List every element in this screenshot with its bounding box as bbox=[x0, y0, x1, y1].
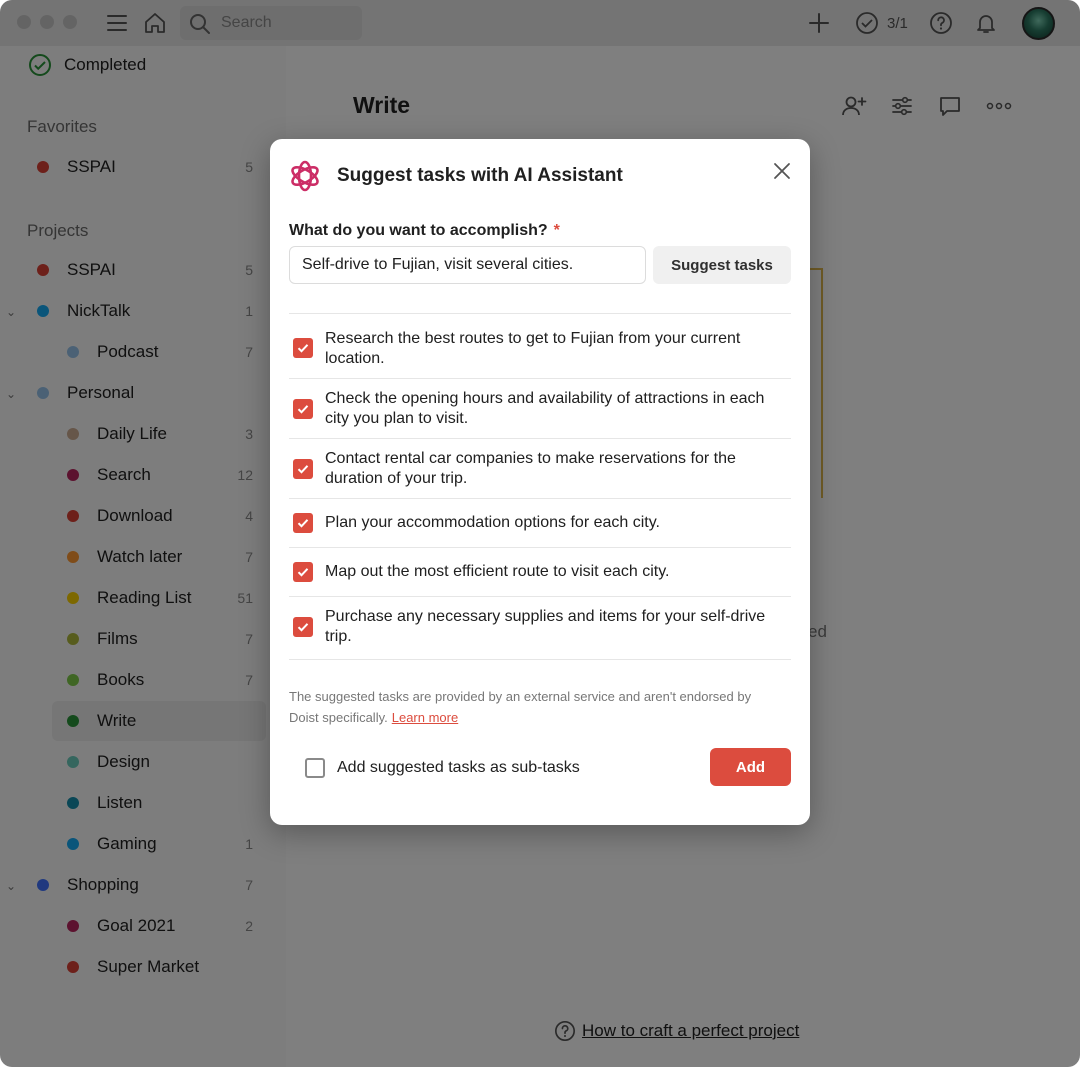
task-checkbox[interactable] bbox=[293, 399, 313, 419]
goal-question-label: What do you want to accomplish? * bbox=[289, 222, 560, 240]
task-checkbox[interactable] bbox=[293, 562, 313, 582]
goal-input[interactable] bbox=[289, 246, 646, 284]
task-text: Contact rental car companies to make res… bbox=[325, 450, 736, 487]
checkmark-icon bbox=[297, 568, 309, 577]
suggested-task-list: Research the best routes to get to Fujia… bbox=[289, 313, 791, 660]
disclaimer-body: The suggested tasks are provided by an e… bbox=[289, 689, 752, 725]
task-text: Purchase any necessary supplies and item… bbox=[325, 608, 766, 645]
close-icon bbox=[774, 163, 790, 179]
close-button[interactable] bbox=[769, 158, 795, 184]
task-checkbox[interactable] bbox=[293, 338, 313, 358]
required-mark: * bbox=[553, 222, 560, 239]
task-checkbox[interactable] bbox=[293, 617, 313, 637]
checkmark-icon bbox=[297, 405, 309, 414]
suggested-task[interactable]: Check the opening hours and availability… bbox=[289, 379, 791, 439]
checkmark-icon bbox=[297, 465, 309, 474]
goal-question-text: What do you want to accomplish? bbox=[289, 222, 548, 239]
task-text: Plan your accommodation options for each… bbox=[325, 514, 660, 531]
suggested-task[interactable]: Purchase any necessary supplies and item… bbox=[289, 597, 791, 660]
subtasks-label: Add suggested tasks as sub-tasks bbox=[337, 759, 580, 776]
suggested-task[interactable]: Research the best routes to get to Fujia… bbox=[289, 314, 791, 379]
subtasks-option[interactable]: Add suggested tasks as sub-tasks bbox=[293, 758, 580, 778]
task-text: Map out the most efficient route to visi… bbox=[325, 563, 670, 580]
checkmark-icon bbox=[297, 519, 309, 528]
app-window: Search 3/1 Completed Favorites SSPAI 5 P… bbox=[0, 0, 1080, 1067]
suggested-task[interactable]: Contact rental car companies to make res… bbox=[289, 439, 791, 499]
suggested-task[interactable]: Plan your accommodation options for each… bbox=[289, 499, 791, 548]
suggested-task[interactable]: Map out the most efficient route to visi… bbox=[289, 548, 791, 597]
ai-assistant-dialog: Suggest tasks with AI Assistant What do … bbox=[270, 139, 810, 825]
task-text: Research the best routes to get to Fujia… bbox=[325, 330, 741, 367]
dialog-title: Suggest tasks with AI Assistant bbox=[337, 165, 623, 186]
task-checkbox[interactable] bbox=[293, 459, 313, 479]
learn-more-link[interactable]: Learn more bbox=[392, 710, 458, 725]
task-checkbox[interactable] bbox=[293, 513, 313, 533]
task-text: Check the opening hours and availability… bbox=[325, 390, 765, 427]
checkmark-icon bbox=[297, 344, 309, 353]
checkmark-icon bbox=[297, 623, 309, 632]
subtasks-checkbox[interactable] bbox=[305, 758, 325, 778]
ai-logo-icon bbox=[291, 160, 319, 192]
add-button[interactable]: Add bbox=[710, 748, 791, 786]
suggest-tasks-button[interactable]: Suggest tasks bbox=[653, 246, 791, 284]
disclaimer-text: The suggested tasks are provided by an e… bbox=[289, 686, 769, 728]
